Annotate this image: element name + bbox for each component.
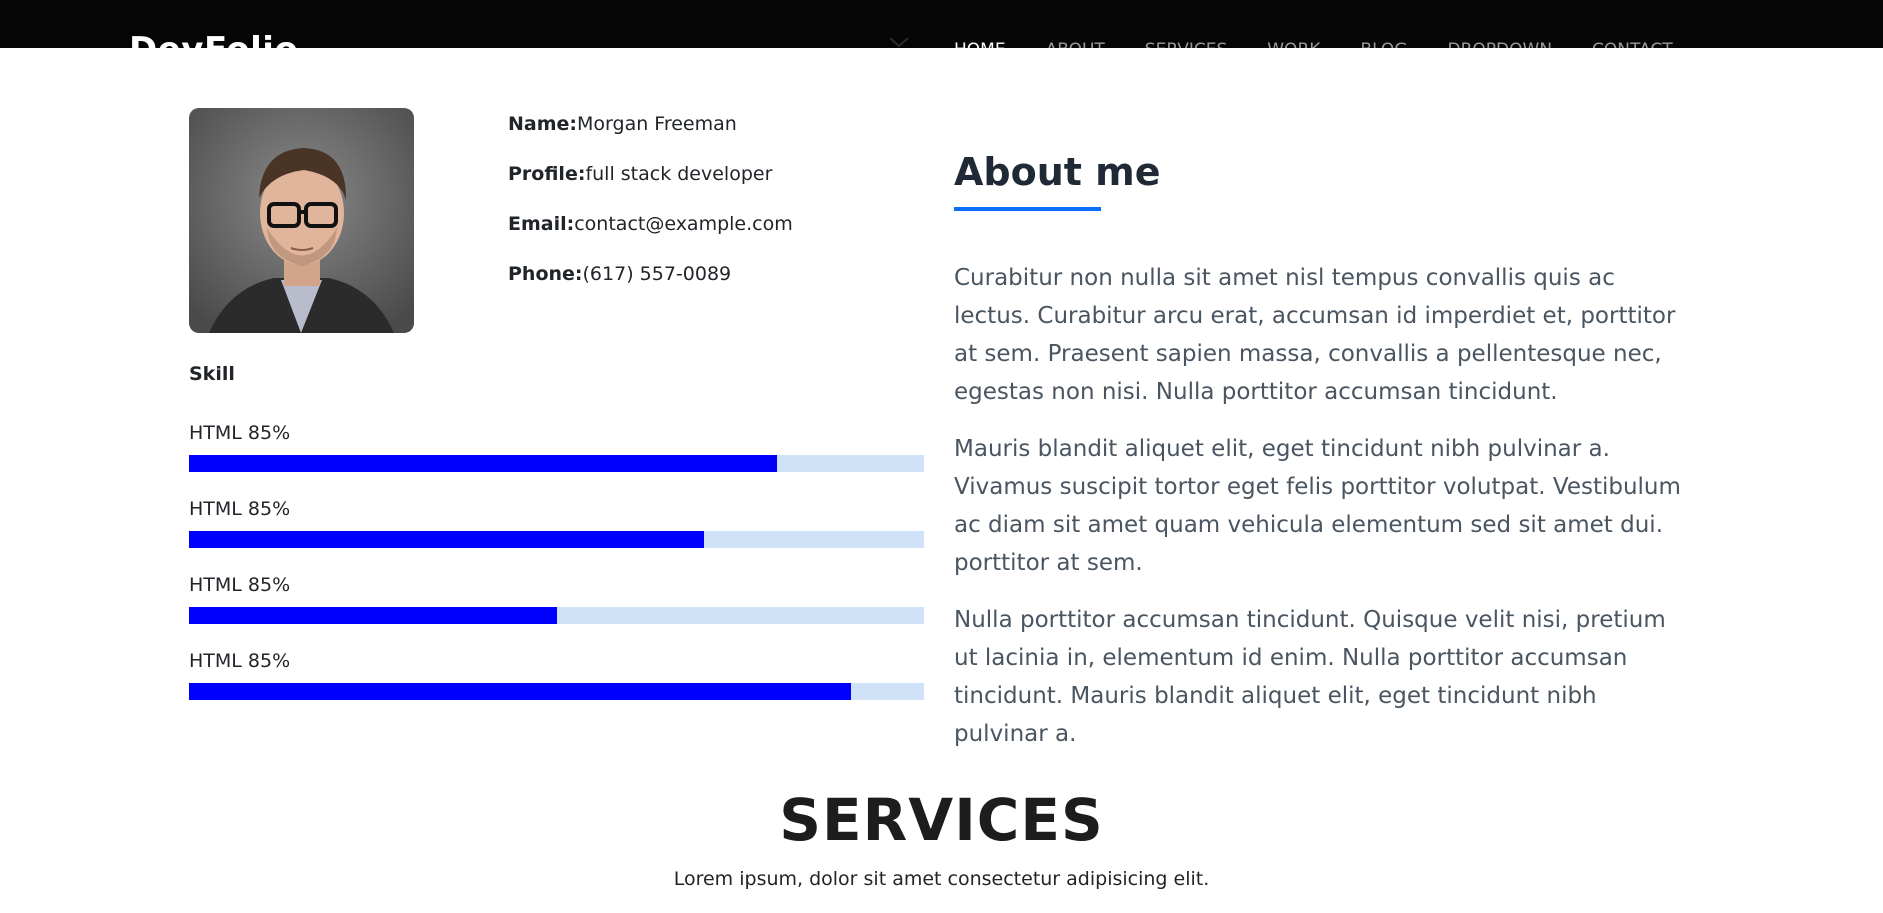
skill-progress-fill	[189, 531, 704, 548]
about-paragraph: Mauris blandit aliquet elit, eget tincid…	[954, 436, 1681, 576]
email-label: Email:	[508, 213, 575, 235]
phone-label: Phone:	[508, 263, 583, 285]
info-email: Email:contact@example.com	[508, 210, 793, 260]
brand-logo[interactable]: DevFolio	[129, 30, 298, 48]
about-text: Curabitur non nulla sit amet nisl tempus…	[954, 259, 1694, 772]
skill-progress-fill	[189, 455, 777, 472]
chevron-down-icon	[889, 37, 909, 48]
skill-progress-track	[189, 683, 924, 700]
nav-link-home[interactable]: HOME	[954, 40, 1006, 48]
skill-progress-fill	[189, 683, 851, 700]
skill-label: HTML 85%	[189, 498, 291, 520]
nav-link-about[interactable]: ABOUT	[1046, 40, 1105, 48]
services-subtitle: Lorem ipsum, dolor sit amet consectetur …	[673, 868, 1210, 890]
skill-progress-track	[189, 607, 924, 624]
profile-label: Profile:	[508, 163, 586, 185]
skill-item: HTML 85%	[189, 572, 924, 624]
profile-portrait-image	[189, 108, 414, 333]
skill-item: HTML 85%	[189, 648, 924, 700]
about-title: About me	[954, 150, 1161, 194]
info-phone: Phone:(617) 557-0089	[508, 260, 793, 310]
about-paragraph: Curabitur non nulla sit amet nisl tempus…	[954, 265, 1676, 405]
name-label: Name:	[508, 113, 578, 135]
skill-item: HTML 85%	[189, 496, 924, 548]
skill-progress-fill	[189, 607, 557, 624]
name-value: Morgan Freeman	[577, 113, 737, 135]
skill-label: HTML 85%	[189, 574, 291, 596]
nav-link-work[interactable]: WORK	[1267, 40, 1320, 48]
profile-photo	[189, 108, 414, 333]
skill-progress-track	[189, 531, 924, 548]
skill-item: HTML 85%	[189, 420, 924, 472]
nav-link-blog[interactable]: BLOG	[1360, 40, 1407, 48]
nav-link-services[interactable]: SERVICES	[1145, 40, 1227, 48]
skill-label: HTML 85%	[189, 422, 291, 444]
profile-info: Name:Morgan Freeman Profile:full stack d…	[508, 110, 793, 310]
nav-link-contact[interactable]: CONTACT	[1592, 40, 1673, 48]
skill-progress-track	[189, 455, 924, 472]
info-name: Name:Morgan Freeman	[508, 110, 793, 160]
skill-title: Skill	[189, 363, 235, 385]
skill-label: HTML 85%	[189, 650, 291, 672]
top-navbar: DevFolio HOME ABOUT SERVICES WORK BLOG D…	[0, 0, 1883, 48]
about-title-underline	[954, 207, 1101, 211]
services-title: SERVICES	[779, 786, 1104, 854]
email-value: contact@example.com	[574, 213, 793, 235]
about-paragraph: Nulla porttitor accumsan tincidunt. Quis…	[954, 607, 1666, 747]
nav-link-dropdown[interactable]: DROPDOWN	[1448, 40, 1553, 48]
phone-value: (617) 557-0089	[582, 263, 732, 285]
profile-value: full stack developer	[585, 163, 773, 185]
nav-menu: HOME ABOUT SERVICES WORK BLOG DROPDOWN C…	[954, 40, 1713, 48]
info-profile: Profile:full stack developer	[508, 160, 793, 210]
